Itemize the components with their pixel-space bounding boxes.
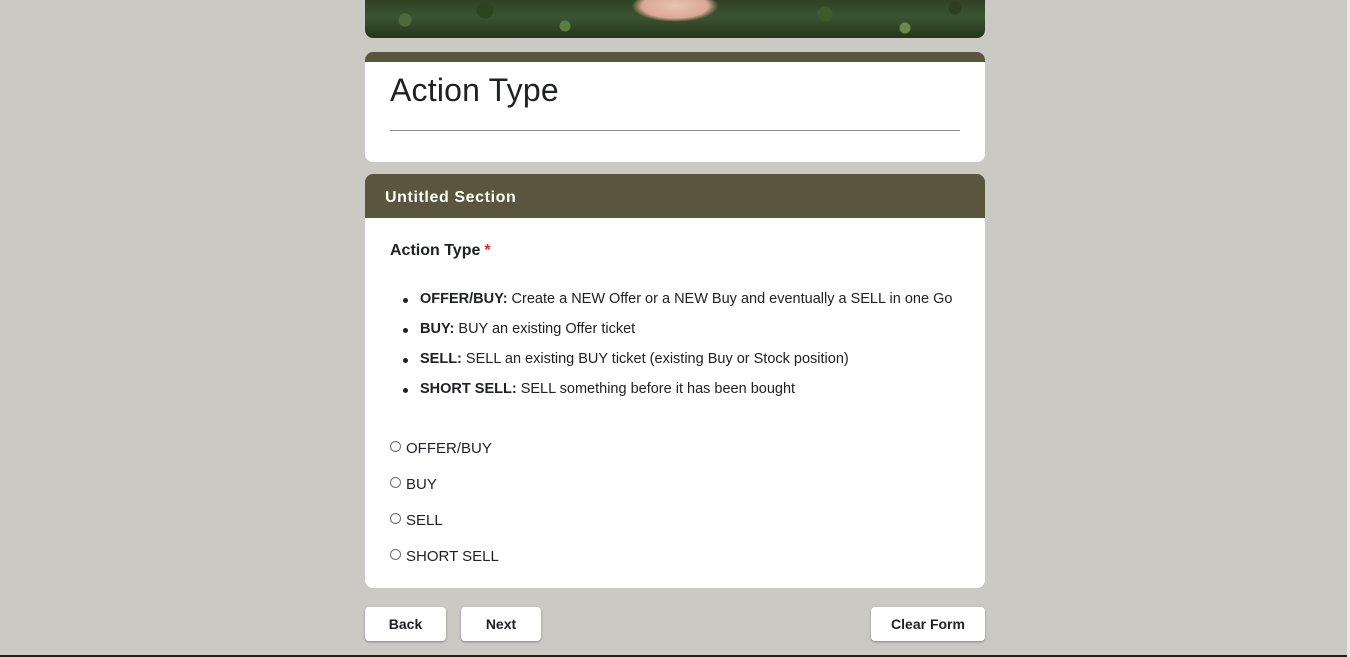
radio-option-offer-buy[interactable]: OFFER/BUY xyxy=(390,430,499,466)
radio-label[interactable]: OFFER/BUY xyxy=(406,440,492,457)
bullet-icon xyxy=(403,328,408,333)
radio-button-buy[interactable] xyxy=(390,476,401,488)
radio-option-short-sell[interactable]: SHORT SELL xyxy=(390,538,499,574)
title-divider xyxy=(390,130,960,131)
description-text: SELL something before it has been bought xyxy=(516,381,796,397)
form-title: Action Type xyxy=(390,72,559,108)
radio-button-short-sell[interactable] xyxy=(390,548,401,560)
radio-button-offer-buy[interactable] xyxy=(390,440,401,452)
description-text: SELL an existing BUY ticket (existing Bu… xyxy=(461,351,849,367)
radio-label[interactable]: BUY xyxy=(406,476,437,493)
radio-option-sell[interactable]: SELL xyxy=(390,502,499,538)
bullet-icon xyxy=(403,358,408,363)
question-description: OFFER/BUY: Create a NEW Offer or a NEW B… xyxy=(390,291,952,411)
clear-form-button[interactable]: Clear Form xyxy=(871,607,985,641)
next-button[interactable]: Next xyxy=(461,607,541,641)
description-term: SHORT SELL: xyxy=(420,381,517,397)
description-text: Create a NEW Offer or a NEW Buy and even… xyxy=(507,291,953,307)
section-title: Untitled Section xyxy=(365,174,985,218)
question-title-text: Action Type xyxy=(390,242,481,259)
radio-option-buy[interactable]: BUY xyxy=(390,466,499,502)
description-item: BUY: BUY an existing Offer ticket xyxy=(390,321,952,351)
header-image xyxy=(365,0,985,38)
description-term: SELL: xyxy=(420,351,462,367)
back-button[interactable]: Back xyxy=(365,607,446,641)
radio-label[interactable]: SELL xyxy=(406,512,443,529)
title-card-accent-bar xyxy=(365,52,985,62)
radio-group-action-type: OFFER/BUY BUY SELL SHORT SELL xyxy=(390,430,499,574)
radio-button-sell[interactable] xyxy=(390,512,401,524)
description-text: BUY an existing Offer ticket xyxy=(454,321,636,337)
description-item: OFFER/BUY: Create a NEW Offer or a NEW B… xyxy=(390,291,952,321)
form-title-card: Action Type xyxy=(365,52,985,162)
section-card: Untitled Section Action Type * OFFER/BUY:… xyxy=(365,174,985,588)
radio-label[interactable]: SHORT SELL xyxy=(406,548,499,565)
description-term: OFFER/BUY: xyxy=(420,291,508,307)
question-title: Action Type * xyxy=(390,242,491,260)
bullet-icon xyxy=(403,388,408,393)
description-item: SELL: SELL an existing BUY ticket (exist… xyxy=(390,351,952,381)
description-item: SHORT SELL: SELL something before it has… xyxy=(390,381,952,411)
required-marker: * xyxy=(484,242,491,259)
description-term: BUY: xyxy=(420,321,455,337)
bullet-icon xyxy=(403,298,408,303)
